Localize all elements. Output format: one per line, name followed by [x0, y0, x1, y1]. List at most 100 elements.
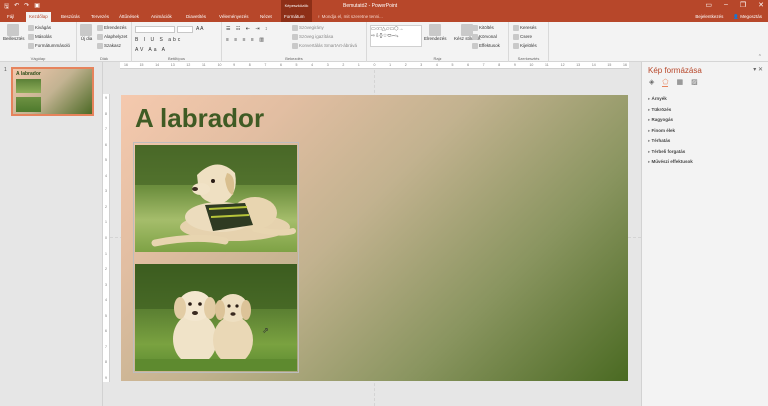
ruler-tick: 8: [248, 63, 251, 67]
select-button[interactable]: Kijelölés: [513, 43, 537, 49]
cut-button[interactable]: Kivágás: [28, 25, 51, 31]
ruler-tick: 2: [105, 204, 107, 209]
lightbulb-icon: ♀: [317, 14, 321, 19]
slide-title[interactable]: A labrador: [135, 103, 264, 134]
shape-fill-button[interactable]: Kitöltés: [472, 25, 494, 31]
find-button[interactable]: Keresés: [513, 25, 537, 31]
section-3d-rotation[interactable]: Térbeli forgatás: [648, 149, 693, 160]
copy-button[interactable]: Másolás: [28, 34, 52, 40]
tab-home[interactable]: Kezdőlap: [26, 12, 51, 22]
align-text-button[interactable]: Szöveg igazítása: [292, 34, 333, 40]
share-button[interactable]: 👤 Megosztás: [733, 14, 762, 20]
size-properties-icon[interactable]: ▦: [676, 78, 683, 87]
text-direction-label: Szövegirány: [299, 25, 324, 31]
tab-file[interactable]: Fájl: [4, 12, 17, 22]
tell-me-search[interactable]: ♀ Mondja el, mit szeretne tenni...: [317, 14, 383, 19]
slides-group: Új dia Elrendezés Alaphelyzet Szakasz Di…: [77, 22, 132, 62]
tab-transitions[interactable]: Áttűnések: [116, 12, 142, 22]
paste-icon: [7, 24, 20, 36]
section-reflection[interactable]: Tükrözés: [648, 107, 693, 118]
tab-slideshow[interactable]: Diavetítés: [183, 12, 209, 22]
close-icon[interactable]: ✕: [758, 67, 763, 73]
tab-animations[interactable]: Animációk: [148, 12, 175, 22]
pane-options-icon[interactable]: ▾: [753, 67, 756, 73]
lying-puppy-illustration: [135, 145, 297, 247]
section-shadow[interactable]: Árnyék: [648, 96, 693, 107]
font-group-label: Betűtípus: [168, 56, 185, 61]
section-soft-edges[interactable]: Finom élek: [648, 128, 693, 139]
layout-label: Elrendezés: [104, 25, 127, 31]
tab-design[interactable]: Tervezés: [88, 12, 112, 22]
picture-icon[interactable]: ▨: [691, 78, 698, 87]
font-size-field[interactable]: [177, 26, 193, 33]
share-label: Megosztás: [740, 14, 762, 19]
undo-icon[interactable]: ↶: [14, 2, 19, 12]
signin-link[interactable]: Bejelentkezés: [695, 14, 723, 20]
tab-review[interactable]: Véleményezés: [216, 12, 252, 22]
ruler-tick: 8: [105, 360, 107, 365]
font-name-field[interactable]: [135, 26, 175, 33]
replace-button[interactable]: Csere: [513, 34, 532, 40]
editing-group-label: Szerkesztés: [517, 56, 540, 61]
ruler-tick: 13: [170, 63, 175, 67]
list-buttons[interactable]: ☰ ☷ ⇤ ⇥ ↕: [226, 26, 269, 32]
arrange-button[interactable]: Elrendezés: [424, 24, 447, 41]
shape-effects-button[interactable]: Effektusok: [472, 43, 500, 49]
effects-list: Árnyék Tükrözés Ragyogás Finom élek Térh…: [648, 96, 693, 170]
ruler-tick: 9: [105, 96, 107, 100]
section-button[interactable]: Szakasz: [97, 43, 121, 49]
tab-view[interactable]: Nézet: [257, 12, 275, 22]
labrador-photo-2[interactable]: [135, 264, 297, 371]
smartart-button[interactable]: Konvertálás SmartArt-ábrává: [292, 43, 357, 49]
format-painter-button[interactable]: Formátummásoló: [28, 43, 70, 49]
effects-icon[interactable]: ⬠: [662, 78, 669, 87]
section-artistic-effects[interactable]: Művészi effektusok: [648, 159, 693, 170]
ruler-tick: 12: [186, 63, 191, 67]
pane-tabs: ◈ ⬠ ▦ ▨: [649, 78, 698, 87]
shape-outline-label: Körvonal: [479, 34, 497, 40]
section-3d-format[interactable]: Térhatás: [648, 138, 693, 149]
new-slide-button[interactable]: Új dia: [80, 24, 93, 41]
ruler-tick: 7: [105, 344, 107, 349]
reset-button[interactable]: Alaphelyzet: [97, 34, 127, 40]
collapse-ribbon-icon[interactable]: ⌃: [758, 54, 762, 60]
close-icon[interactable]: ✕: [758, 1, 764, 9]
shapes-gallery[interactable]: ▭○□△▱▭⬡→ ⇨⇩{}☆⬭⌒⤷: [370, 25, 422, 47]
layout-button[interactable]: Elrendezés: [97, 25, 127, 31]
text-direction-icon: [292, 25, 298, 31]
ribbon-display-icon[interactable]: ▭: [705, 1, 712, 9]
select-icon: [513, 43, 519, 49]
labrador-photo-1[interactable]: [135, 145, 297, 252]
section-glow[interactable]: Ragyogás: [648, 117, 693, 128]
paste-button[interactable]: Beillesztés: [3, 24, 25, 41]
grow-font-icon[interactable]: A A: [196, 26, 204, 32]
two-puppies-illustration: [135, 264, 297, 371]
minimize-icon[interactable]: –: [724, 1, 728, 9]
shape-outline-button[interactable]: Körvonal: [472, 34, 497, 40]
font-group: A A B I U S abc AV Aa A Betűtípus: [132, 22, 222, 62]
align-buttons[interactable]: ≡ ≡ ≡ ≡ ▥: [226, 37, 266, 43]
ruler-tick: 3: [326, 63, 329, 67]
restore-icon[interactable]: ❐: [740, 1, 746, 9]
fill-line-icon[interactable]: ◈: [649, 78, 654, 87]
scissors-icon: [28, 25, 34, 31]
smartart-label: Konvertálás SmartArt-ábrává: [299, 43, 358, 49]
slide-thumbnail[interactable]: A labrador: [11, 67, 94, 116]
cut-label: Kivágás: [35, 25, 52, 31]
shape-fill-label: Kitöltés: [479, 25, 494, 31]
font-color-buttons[interactable]: AV Aa A: [135, 47, 167, 53]
save-icon[interactable]: 🖫: [4, 2, 9, 12]
tab-insert[interactable]: Beszúrás: [58, 12, 83, 22]
ruler-tick: 15: [607, 63, 612, 67]
tab-format[interactable]: Formátum: [281, 12, 312, 22]
presentation-icon[interactable]: ▣: [34, 2, 40, 12]
thumbnail-title: A labrador: [16, 71, 41, 77]
slides-group-label: Diák: [99, 56, 108, 61]
text-direction-button[interactable]: Szövegirány: [292, 25, 324, 31]
reset-icon: [97, 34, 103, 40]
redo-icon[interactable]: ↷: [24, 2, 29, 12]
format-painter-label: Formátummásoló: [35, 43, 71, 49]
replace-icon: [513, 34, 519, 40]
font-style-buttons[interactable]: B I U S abc: [135, 37, 182, 43]
ruler-tick: 11: [201, 63, 206, 67]
